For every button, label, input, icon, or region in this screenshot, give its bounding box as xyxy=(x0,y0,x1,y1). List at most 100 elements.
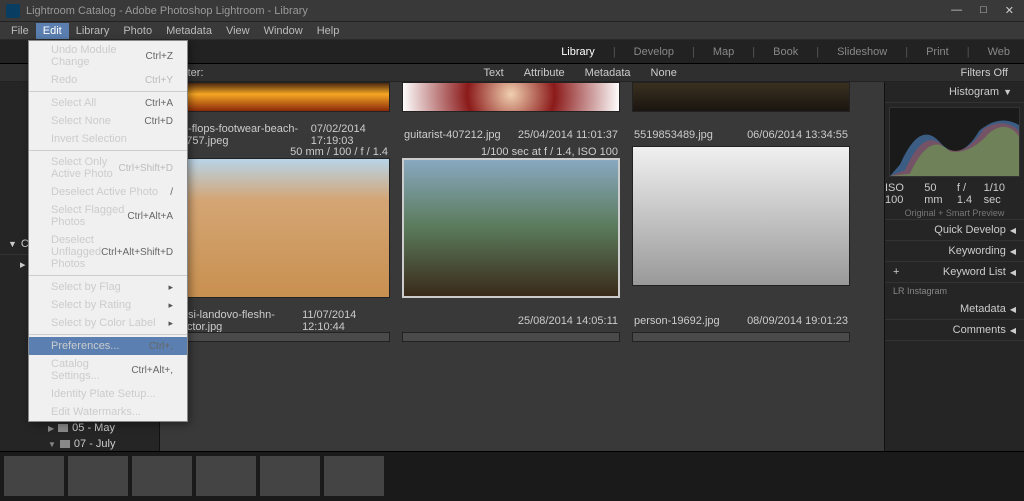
module-library[interactable]: Library xyxy=(561,46,595,58)
filmstrip-thumb[interactable] xyxy=(324,456,384,496)
filmstrip-thumb[interactable] xyxy=(68,456,128,496)
close-button[interactable]: ✕ xyxy=(1001,4,1018,17)
thumbnail[interactable] xyxy=(172,332,390,342)
filename: Resi-landovo-fleshn-tractor.jpg xyxy=(174,309,302,333)
filter-text[interactable]: Text xyxy=(484,67,504,79)
menu-item-select-flagged-photos[interactable]: Select Flagged PhotosCtrl+Alt+A xyxy=(29,201,187,231)
grid-cell[interactable]: 25/08/2014 14:05:11 xyxy=(402,310,620,342)
panel-keyword-list[interactable]: +Keyword List◀ xyxy=(885,262,1024,283)
histogram-label: Histogram xyxy=(949,86,999,98)
grid-cell[interactable] xyxy=(402,82,620,112)
folder-icon xyxy=(60,440,70,448)
keyword-tag[interactable]: LR Instagram xyxy=(885,283,1024,299)
panel-metadata[interactable]: Metadata◀ xyxy=(885,299,1024,320)
edit-menu-dropdown: Undo Module ChangeCtrl+ZRedoCtrl+Y Select… xyxy=(28,40,188,422)
tree-item-label: 07 - July xyxy=(74,438,116,450)
thumbnail[interactable] xyxy=(402,332,620,342)
menu-item-edit-watermarks[interactable]: Edit Watermarks... xyxy=(29,403,187,421)
chevron-right-icon: ▸ xyxy=(168,318,173,329)
grid-cell[interactable]: flip-flops-footwear-beach-40757.jpeg07/0… xyxy=(172,124,390,298)
grid-cell[interactable] xyxy=(632,82,850,112)
histogram-info: ISO 10050 mmf / 1.41/10 sec xyxy=(885,181,1024,207)
filmstrip-thumb[interactable] xyxy=(260,456,320,496)
thumbnail[interactable] xyxy=(632,146,850,286)
add-keyword-button[interactable]: + xyxy=(893,266,899,278)
chevron-left-icon: ◀ xyxy=(1010,226,1016,235)
grid-cell[interactable]: Resi-landovo-fleshn-tractor.jpg11/07/201… xyxy=(172,310,390,342)
module-slideshow[interactable]: Slideshow xyxy=(837,46,887,58)
capture-date: 25/04/2014 11:01:37 xyxy=(518,129,618,141)
capture-date: 08/09/2014 19:01:23 xyxy=(747,315,848,327)
grid-cell[interactable]: person-19692.jpg08/09/2014 19:01:23 xyxy=(632,310,850,342)
chevron-left-icon: ◀ xyxy=(1010,247,1016,256)
tree-item[interactable]: ▶05 - May xyxy=(0,420,159,436)
menu-item-select-none[interactable]: Select NoneCtrl+D xyxy=(29,112,187,130)
chevron-down-icon: ▼ xyxy=(1003,87,1012,97)
filename: guitarist-407212.jpg xyxy=(404,129,501,141)
menu-file[interactable]: File xyxy=(4,23,36,39)
titlebar: Lightroom Catalog - Adobe Photoshop Ligh… xyxy=(0,0,1024,22)
thumbnail[interactable] xyxy=(632,82,850,112)
menu-view[interactable]: View xyxy=(219,23,257,39)
thumbnail[interactable] xyxy=(402,158,620,298)
menu-window[interactable]: Window xyxy=(257,23,310,39)
module-print[interactable]: Print xyxy=(926,46,949,58)
window-title: Lightroom Catalog - Adobe Photoshop Ligh… xyxy=(26,5,308,17)
menu-help[interactable]: Help xyxy=(310,23,347,39)
module-web[interactable]: Web xyxy=(988,46,1010,58)
menu-item-deselect-active-photo[interactable]: Deselect Active Photo/ xyxy=(29,183,187,201)
maximize-button[interactable]: □ xyxy=(976,4,991,17)
filmstrip-thumb[interactable] xyxy=(4,456,64,496)
menu-metadata[interactable]: Metadata xyxy=(159,23,219,39)
menubar: FileEditLibraryPhotoMetadataViewWindowHe… xyxy=(0,22,1024,40)
grid-cell[interactable]: 5519853489.jpg 06/06/2014 13:34:55 xyxy=(632,124,850,298)
histogram-header[interactable]: Histogram ▼ xyxy=(885,82,1024,103)
thumbnail[interactable] xyxy=(172,82,390,112)
chevron-down-icon[interactable]: ▼ xyxy=(48,440,56,449)
filter-metadata[interactable]: Metadata xyxy=(585,67,631,79)
grid-view[interactable]: flip-flops-footwear-beach-40757.jpeg07/0… xyxy=(160,82,884,501)
capture-date: 06/06/2014 13:34:55 xyxy=(747,129,848,141)
chevron-right-icon[interactable]: ▶ xyxy=(48,424,54,433)
menu-library[interactable]: Library xyxy=(69,23,117,39)
filename: 5519853489.jpg xyxy=(634,129,713,141)
menu-item-select-by-color-label[interactable]: Select by Color Label▸ xyxy=(29,314,187,332)
module-book[interactable]: Book xyxy=(773,46,798,58)
menu-item-invert-selection[interactable]: Invert Selection xyxy=(29,130,187,148)
menu-item-redo: RedoCtrl+Y xyxy=(29,71,187,89)
filmstrip-thumb[interactable] xyxy=(132,456,192,496)
menu-item-undo-module-change[interactable]: Undo Module ChangeCtrl+Z xyxy=(29,41,187,71)
minimize-button[interactable]: — xyxy=(947,4,966,17)
menu-photo[interactable]: Photo xyxy=(116,23,159,39)
app-icon xyxy=(6,4,20,18)
panel-quick-develop[interactable]: Quick Develop◀ xyxy=(885,220,1024,241)
menu-edit[interactable]: Edit xyxy=(36,23,69,39)
filter-none[interactable]: None xyxy=(651,67,677,79)
thumbnail[interactable] xyxy=(172,158,390,298)
menu-item-deselect-unflagged-photos[interactable]: Deselect Unflagged PhotosCtrl+Alt+Shift+… xyxy=(29,231,187,273)
filter-attribute[interactable]: Attribute xyxy=(524,67,565,79)
capture-date: 07/02/2014 17:19:03 xyxy=(311,123,388,147)
menu-item-select-all[interactable]: Select AllCtrl+A xyxy=(29,94,187,112)
menu-item-select-by-flag[interactable]: Select by Flag▸ xyxy=(29,278,187,296)
grid-cell[interactable] xyxy=(172,82,390,112)
menu-item-catalog-settings[interactable]: Catalog Settings...Ctrl+Alt+, xyxy=(29,355,187,385)
menu-item-identity-plate-setup[interactable]: Identity Plate Setup... xyxy=(29,385,187,403)
menu-item-select-by-rating[interactable]: Select by Rating▸ xyxy=(29,296,187,314)
module-develop[interactable]: Develop xyxy=(634,46,674,58)
thumbnail[interactable] xyxy=(632,332,850,342)
tree-item[interactable]: ▼ 07 - July xyxy=(0,436,159,452)
thumbnail[interactable] xyxy=(402,82,620,112)
panel-comments[interactable]: Comments◀ xyxy=(885,320,1024,341)
exposure-info: 50 mm / 100 / f / 1.4 xyxy=(290,146,388,158)
window-controls: — □ ✕ xyxy=(947,4,1018,17)
panel-keywording[interactable]: Keywording◀ xyxy=(885,241,1024,262)
chevron-left-icon: ◀ xyxy=(1010,326,1016,335)
filmstrip[interactable] xyxy=(0,451,1024,501)
grid-cell[interactable]: guitarist-407212.jpg25/04/2014 11:01:371… xyxy=(402,124,620,298)
module-map[interactable]: Map xyxy=(713,46,734,58)
filmstrip-thumb[interactable] xyxy=(196,456,256,496)
filters-off[interactable]: Filters Off xyxy=(961,67,1008,79)
menu-item-preferences[interactable]: Preferences...Ctrl+, xyxy=(29,337,187,355)
histogram[interactable] xyxy=(889,107,1020,177)
